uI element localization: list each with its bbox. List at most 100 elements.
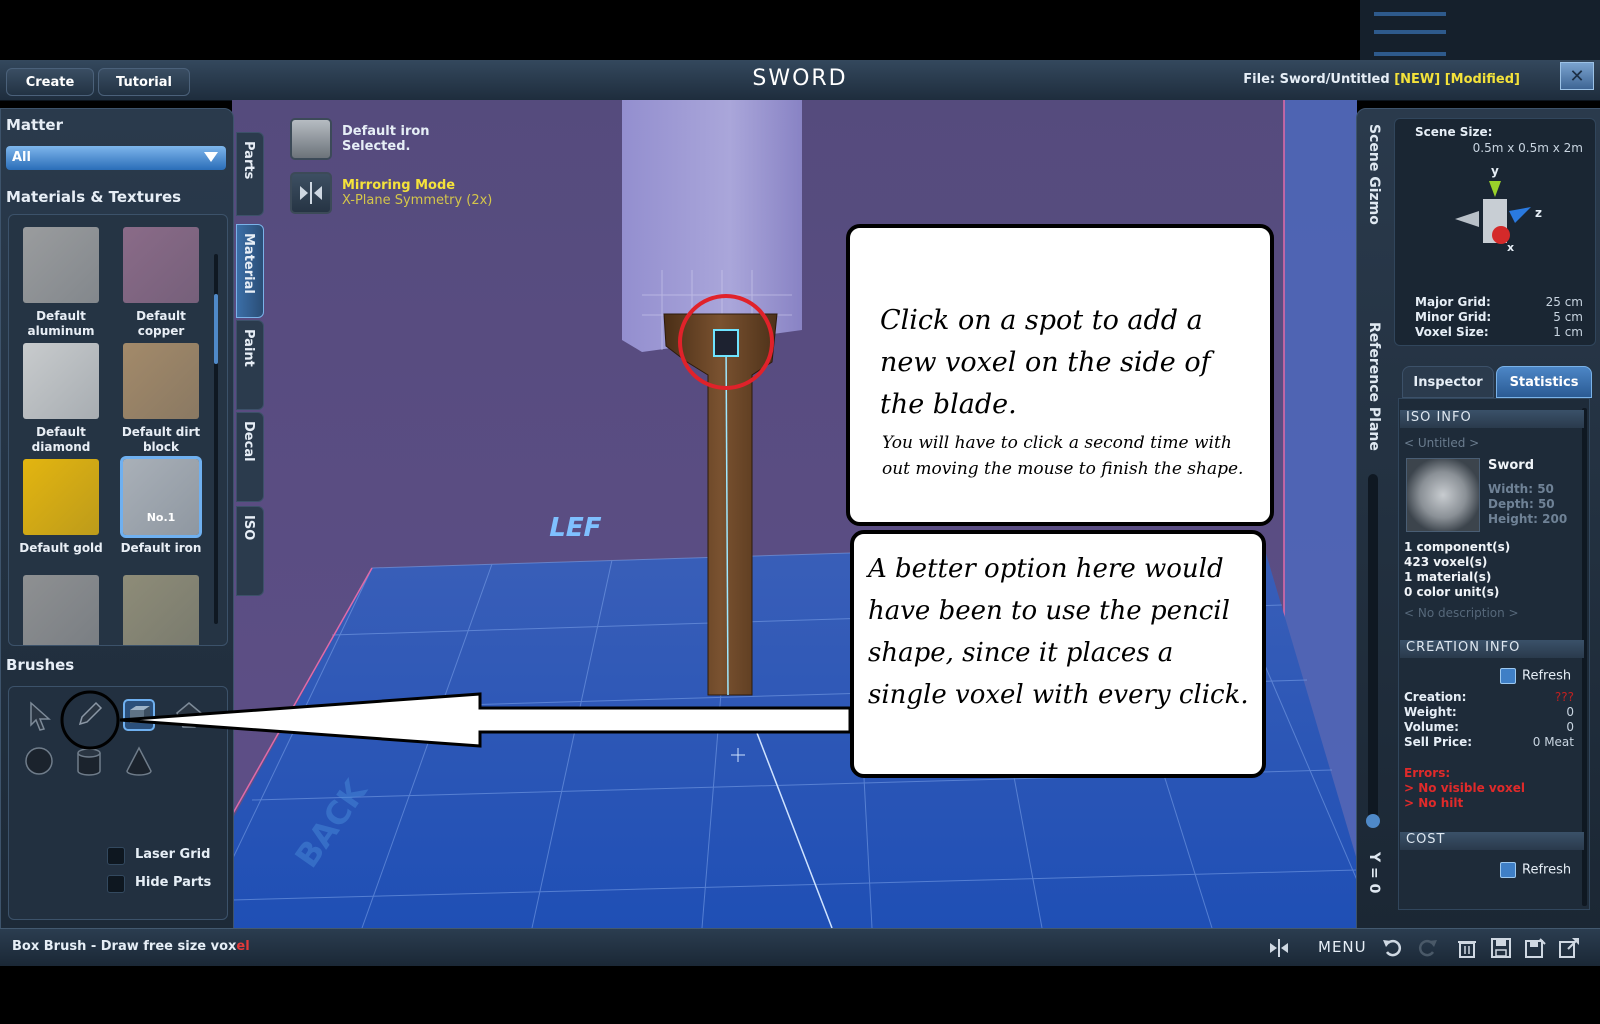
file-name: Sword/Untitled: [1279, 72, 1390, 87]
select-pointer-icon[interactable]: [21, 697, 57, 733]
scene-gizmo-label: Scene Gizmo: [1366, 124, 1382, 225]
tab-material-label: Material: [241, 233, 256, 294]
callout-arrow: [60, 690, 852, 750]
material-tile[interactable]: [123, 227, 199, 303]
sphere-brush-icon[interactable]: [21, 743, 57, 779]
floor-label-left: LEF: [546, 513, 604, 543]
refresh-icon: [1500, 862, 1516, 878]
tab-iso-label: ISO: [241, 515, 256, 541]
axis-gizmo-icon[interactable]: y z x: [1445, 161, 1555, 257]
material-tile[interactable]: [23, 459, 99, 535]
tab-statistics[interactable]: Statistics: [1496, 366, 1592, 398]
tab-inspector[interactable]: Inspector: [1402, 366, 1494, 398]
laser-grid-checkbox[interactable]: [107, 847, 125, 865]
laser-grid-label: Laser Grid: [135, 847, 211, 862]
material-tile[interactable]: [23, 227, 99, 303]
menu-button[interactable]: MENU: [1318, 938, 1367, 956]
iso-depth: Depth: 50: [1488, 497, 1555, 511]
tutorial-callout-top: Click on a spot to add a new voxel on th…: [846, 224, 1274, 526]
materials-heading: Materials & Textures: [6, 188, 182, 206]
new-flag: [NEW]: [1394, 72, 1441, 87]
material-label: Default copper: [136, 309, 186, 338]
hide-parts-checkbox[interactable]: [107, 875, 125, 893]
axis-y-label: y: [1491, 164, 1499, 178]
close-button[interactable]: ✕: [1560, 62, 1594, 90]
save-icon[interactable]: [1490, 937, 1512, 959]
bottom-black-region: [0, 966, 1600, 1024]
refresh-label: Refresh: [1522, 668, 1572, 684]
minor-grid-label: Minor Grid:: [1415, 310, 1492, 324]
iso-counts: 1 component(s) 423 voxel(s) 1 material(s…: [1404, 540, 1510, 600]
status-message-highlight: el: [236, 939, 250, 954]
material-status-line: Default iron: [342, 124, 430, 139]
reference-plane-label: Reference Plane: [1366, 322, 1382, 451]
tab-material[interactable]: Material: [236, 224, 264, 318]
tab-tutorial[interactable]: Tutorial: [98, 68, 190, 96]
materials-grid: Default aluminum Default copper Default dia…: [8, 214, 228, 646]
mirror-toggle-icon[interactable]: [1268, 937, 1290, 959]
material-status: Default iron Selected.: [342, 124, 430, 154]
callout-main-text: Click on a spot to add a new voxel on th…: [880, 305, 1211, 420]
modified-flag: [Modified]: [1444, 72, 1520, 87]
major-grid-label: Major Grid:: [1415, 295, 1491, 309]
matter-dropdown[interactable]: All: [6, 146, 226, 170]
materials-scrollbar[interactable]: [214, 254, 218, 624]
mirror-status: Mirroring Mode X-Plane Symmetry (2x): [342, 178, 492, 208]
creation-label: Creation:: [1404, 690, 1467, 704]
iso-height: Height: 200: [1488, 512, 1568, 526]
material-count: 1 material(s): [1404, 570, 1492, 584]
tab-paint[interactable]: Paint: [236, 320, 264, 410]
scrollbar-thumb[interactable]: [214, 294, 218, 364]
volume-value: 0: [1566, 720, 1574, 734]
color-unit-count: 0 color unit(s): [1404, 585, 1500, 599]
material-label: Default diamond: [31, 425, 91, 454]
save-as-icon[interactable]: [1524, 937, 1546, 959]
material-tile[interactable]: [23, 575, 99, 645]
material-status-line: Selected.: [342, 139, 411, 154]
scene-size-label: Scene Size:: [1415, 125, 1493, 139]
mirror-mode-title: Mirroring Mode: [342, 178, 456, 193]
tab-create[interactable]: Create: [6, 68, 94, 96]
title-bar: Create Tutorial SWORD File: Sword/Untitl…: [0, 60, 1600, 101]
weight-value: 0: [1566, 705, 1574, 719]
trash-icon[interactable]: [1456, 937, 1478, 959]
tab-parts-label: Parts: [241, 141, 256, 180]
arrow-shape: [119, 692, 852, 748]
tab-decal-label: Decal: [241, 421, 256, 462]
iso-untitled: < Untitled >: [1404, 436, 1480, 450]
material-tile[interactable]: [23, 343, 99, 419]
redo-icon[interactable]: [1416, 937, 1438, 959]
export-icon[interactable]: [1558, 937, 1580, 959]
material-label: Default dirt block: [121, 425, 201, 454]
matter-dropdown-value: All: [12, 150, 31, 165]
material-swatch-icon: [290, 118, 332, 160]
refresh-cost-button[interactable]: Refresh: [1500, 862, 1571, 878]
slider-handle[interactable]: [1366, 814, 1380, 828]
chevron-down-icon: [204, 152, 218, 162]
minor-grid-value: 5 cm: [1553, 310, 1583, 324]
refresh-icon: [1500, 668, 1516, 684]
tab-paint-label: Paint: [241, 329, 256, 367]
material-tile[interactable]: [123, 343, 199, 419]
minimap-line: [1374, 30, 1446, 34]
error-message: > No hilt: [1404, 796, 1464, 810]
material-label: Default iron: [120, 541, 202, 555]
material-label: Default gold: [19, 541, 103, 555]
file-info: File: Sword/Untitled [NEW] [Modified]: [1243, 72, 1520, 87]
selected-voxel: [713, 329, 739, 357]
tab-iso[interactable]: ISO: [236, 506, 264, 596]
refresh-creation-button[interactable]: Refresh: [1500, 668, 1571, 684]
axis-x-label: x: [1507, 241, 1514, 254]
material-tile[interactable]: [123, 575, 199, 645]
pencil-highlight-circle: [60, 690, 120, 750]
minimap-line: [1374, 52, 1446, 56]
iso-width: Width: 50: [1488, 482, 1554, 496]
mirror-icon[interactable]: [290, 172, 332, 214]
reference-plane-slider[interactable]: [1366, 474, 1380, 828]
tab-parts[interactable]: Parts: [236, 132, 264, 216]
y-level-label: Y = 0: [1366, 852, 1382, 894]
material-tile-selected[interactable]: No.1: [123, 459, 199, 535]
minimap-line: [1374, 12, 1446, 16]
tab-decal[interactable]: Decal: [236, 412, 264, 502]
undo-icon[interactable]: [1382, 937, 1404, 959]
